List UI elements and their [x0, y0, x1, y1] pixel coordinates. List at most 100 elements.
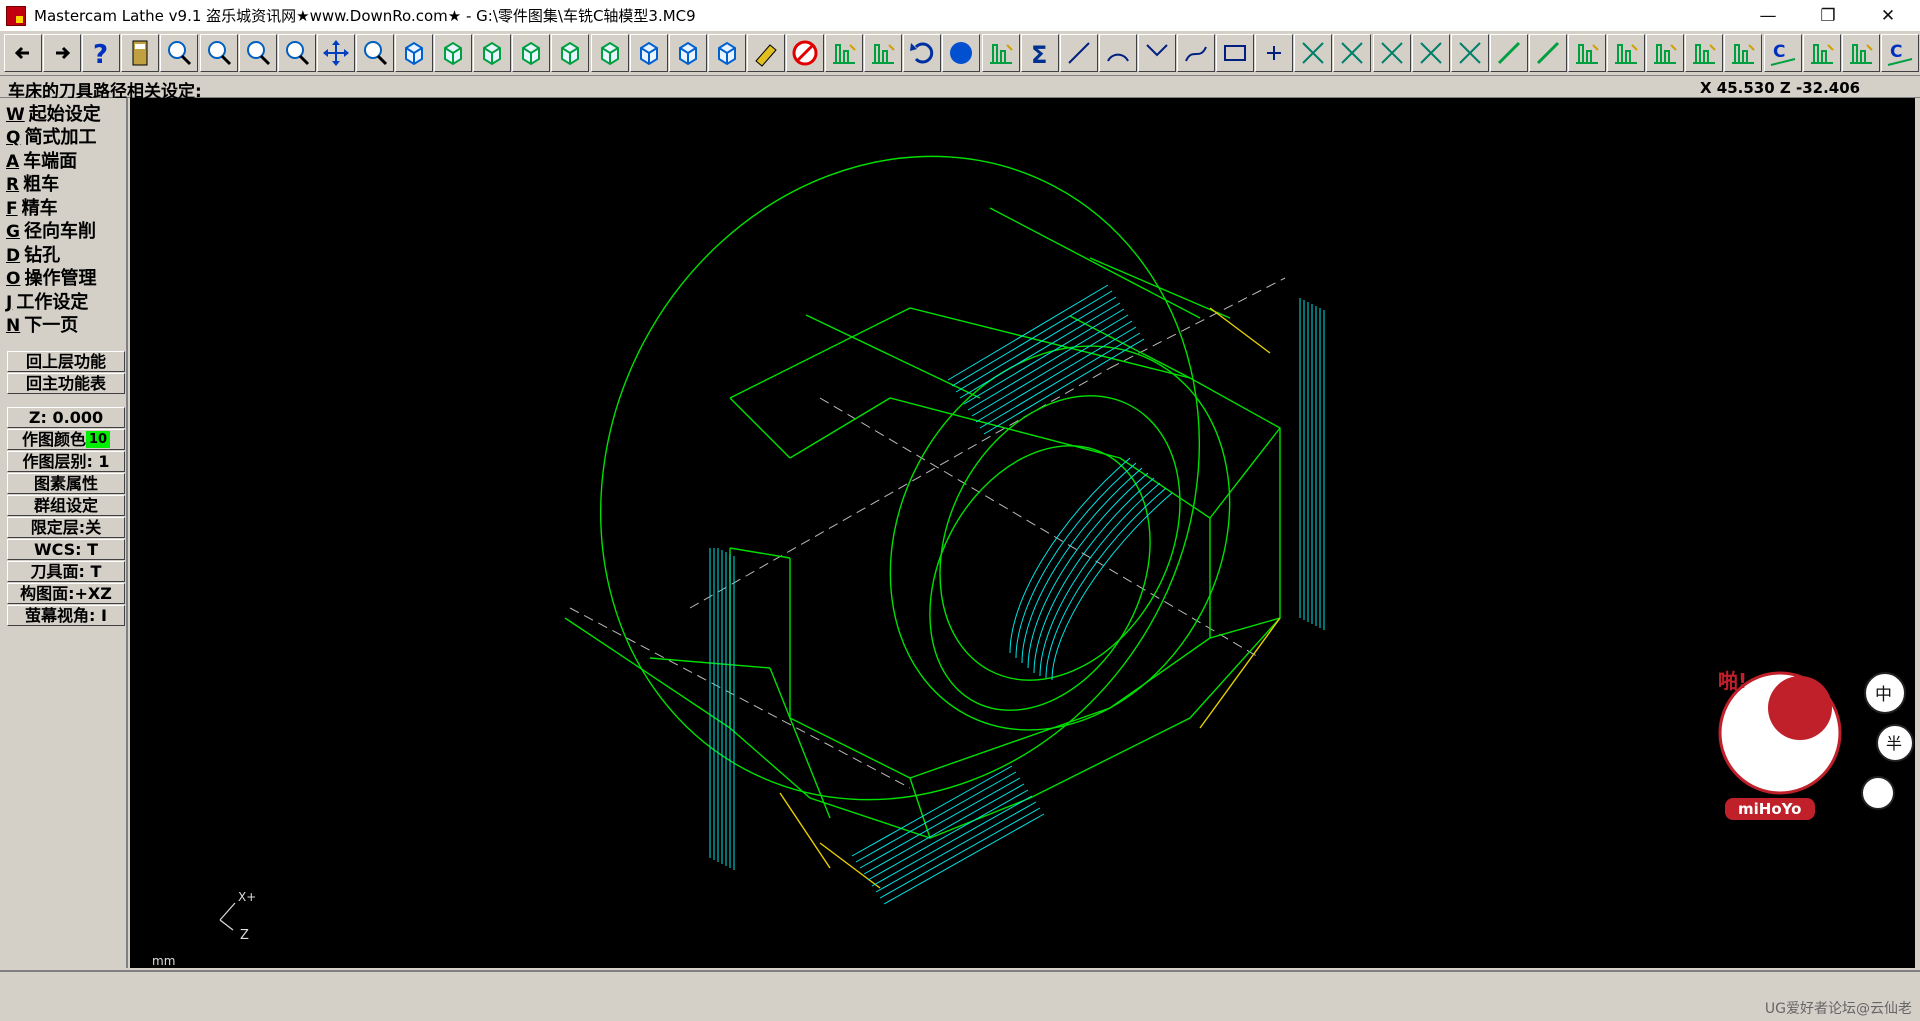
drill-toolpath-icon [1849, 44, 1873, 64]
limit-level-button[interactable]: 限定层:关 [7, 517, 125, 538]
rectangle-button[interactable] [1216, 34, 1255, 72]
rough-toolpath-button[interactable] [1646, 34, 1685, 72]
mirror-button[interactable] [825, 34, 864, 72]
calculator-button[interactable] [121, 34, 160, 72]
trim-1-button[interactable] [1294, 34, 1333, 72]
view-front-button[interactable] [512, 34, 551, 72]
hotkey: Q [6, 128, 21, 148]
maximize-button[interactable]: ❐ [1800, 0, 1856, 31]
analyze-icon [168, 41, 192, 66]
view-side-button[interactable] [551, 34, 590, 72]
menu-item-rough[interactable]: R 粗车 [6, 170, 60, 195]
color-button[interactable]: 作图颜色 10 [7, 429, 125, 450]
help-button[interactable]: ? [82, 34, 121, 72]
no-delete-button[interactable] [786, 34, 824, 72]
menu-item-job-setup[interactable]: J 工作设定 [6, 288, 88, 313]
menu-item-label: 起始设定 [28, 104, 101, 125]
construct-plane-button[interactable]: 构图面:+XZ [7, 583, 125, 604]
svg-text:C: C [1773, 42, 1785, 62]
view-back-button[interactable] [590, 34, 629, 72]
back-arrow-button[interactable] [4, 34, 42, 72]
trim-2-button[interactable] [1333, 34, 1372, 72]
trim-3-button[interactable] [1372, 34, 1411, 72]
shade-button[interactable] [942, 34, 981, 72]
transform-button[interactable] [981, 34, 1020, 72]
back-upper-button[interactable]: 回上层功能 [7, 351, 125, 372]
arc-button[interactable] [1098, 34, 1137, 72]
menu-item-quick[interactable]: Q 简式加工 [6, 123, 97, 148]
hotkey: W [6, 105, 25, 125]
break-button[interactable] [1411, 34, 1450, 72]
finish-toolpath-button[interactable] [1685, 34, 1724, 72]
menu-item-finish[interactable]: F 精车 [6, 194, 58, 219]
sigma-button[interactable]: Σ [1020, 34, 1059, 72]
menu-item-face[interactable]: A 车端面 [6, 147, 77, 172]
menu-item-drill[interactable]: D 钻孔 [6, 241, 60, 266]
analyze-button[interactable] [160, 34, 199, 72]
pan-button[interactable] [316, 34, 355, 72]
select-zoom-button[interactable] [355, 34, 394, 72]
contour-button[interactable] [1802, 34, 1841, 72]
line-icon [1067, 42, 1090, 64]
translate-button[interactable] [864, 34, 903, 72]
axis-z-label: Z [240, 928, 249, 943]
fillet-button[interactable] [1137, 34, 1176, 72]
cursor-coordinates: X 45.530 Z -32.406 [1700, 79, 1861, 97]
sticker-bubble-1: 中 [1875, 685, 1892, 705]
point-button[interactable] [1255, 34, 1294, 72]
tool-line-icon [1497, 41, 1520, 65]
translate-icon [872, 44, 895, 64]
minimize-button[interactable]: — [1740, 0, 1796, 31]
undo-button[interactable] [903, 34, 942, 72]
graphics-viewport[interactable]: X+ Z mm miHoYo 啪! 中 半 [130, 98, 1915, 968]
line-button[interactable] [1059, 34, 1098, 72]
trim-1-icon [1302, 42, 1325, 64]
screen-view-button[interactable]: 萤幕视角: I [7, 605, 125, 626]
drill-toolpath-button[interactable] [1841, 34, 1880, 72]
view-left-button[interactable] [707, 34, 746, 72]
spline-button[interactable] [1177, 34, 1215, 72]
zoom-window-button[interactable] [199, 34, 238, 72]
view-top-icon [483, 41, 502, 66]
face-toolpath-button[interactable] [1607, 34, 1646, 72]
menu-item-label: 径向车削 [23, 221, 96, 242]
view-bottom-icon [639, 41, 658, 66]
menu-item-next-page[interactable]: N 下一页 [6, 311, 78, 336]
menu-item-label: 粗车 [23, 174, 60, 195]
menu-item-label: 简式加工 [24, 127, 97, 148]
attributes-button[interactable]: 图素属性 [7, 473, 125, 494]
close-button[interactable]: ✕ [1860, 0, 1916, 31]
hotkey: A [6, 152, 20, 172]
extend-button[interactable] [1450, 34, 1489, 72]
chain-button[interactable] [1528, 34, 1567, 72]
z-depth-button[interactable]: Z: 0.000 [7, 407, 125, 428]
groove-toolpath-button[interactable] [1724, 34, 1763, 72]
back-main-button[interactable]: 回主功能表 [7, 373, 125, 394]
forward-arrow-button[interactable] [43, 34, 82, 72]
view-iso-button[interactable] [434, 34, 473, 72]
eraser-button[interactable] [746, 34, 785, 72]
status-bar: UG爱好者论坛@云仙老 [0, 970, 1920, 1021]
zoom-in-button[interactable] [238, 34, 277, 72]
view-top-button[interactable] [473, 34, 512, 72]
level-button[interactable] [1568, 34, 1606, 72]
wcs-button[interactable]: WCS: T [7, 539, 125, 560]
sticker-brand: miHoYo [1738, 800, 1801, 818]
select-zoom-icon [363, 41, 387, 66]
tool-plane-button[interactable]: 刀具面: T [7, 561, 125, 582]
c-axis-1-button[interactable]: C [1763, 34, 1802, 72]
menu-item-groove[interactable]: G 径向车削 [6, 217, 96, 242]
tool-line-button[interactable] [1489, 34, 1528, 72]
forward-arrow-icon [56, 46, 71, 60]
svg-text:C: C [1890, 42, 1902, 62]
level-button[interactable]: 作图层别: 1 [7, 451, 125, 472]
menu-item-start-setup[interactable]: W 起始设定 [6, 100, 101, 125]
view-right-button[interactable] [668, 34, 707, 72]
view-bottom-button[interactable] [629, 34, 668, 72]
group-button[interactable]: 群组设定 [7, 495, 125, 516]
zoom-previous-button[interactable] [277, 34, 316, 72]
c-axis-2-button[interactable]: C [1880, 34, 1919, 72]
app-icon[interactable] [6, 5, 26, 26]
rotate-view-button[interactable] [395, 34, 433, 72]
menu-item-operations[interactable]: O 操作管理 [6, 264, 96, 289]
